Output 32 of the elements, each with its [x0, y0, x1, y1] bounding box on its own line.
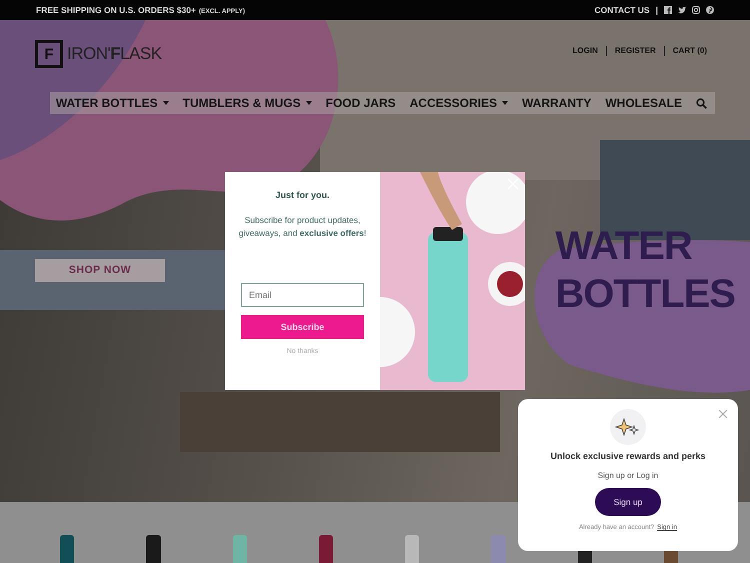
subscribe-button[interactable]: Subscribe [241, 315, 364, 339]
popup-text: Subscribe for product updates, giveaways, and exclusive offers! [238, 214, 368, 240]
nav-item[interactable]: WATER BOTTLES [56, 96, 169, 110]
email-field[interactable]: Email [241, 283, 364, 307]
contact-link[interactable]: CONTACT US [594, 5, 650, 15]
nav-item[interactable]: FOOD JARS [326, 96, 396, 110]
pin-circle-icon[interactable] [706, 6, 714, 14]
search-icon[interactable] [696, 98, 707, 108]
product-photo[interactable] [405, 535, 420, 563]
account-link[interactable]: LOGIN [564, 46, 606, 56]
nav-item[interactable]: WARRANTY [522, 96, 592, 110]
account-link[interactable]: CART (0) [664, 46, 715, 56]
product-photo[interactable] [60, 535, 74, 563]
nav-item[interactable]: TUMBLERS & MUGS [182, 96, 312, 110]
hero-headline: WATER BOTTLES [555, 223, 735, 318]
shop-now-button[interactable]: SHOP NOW [35, 258, 165, 282]
bird-icon[interactable] [678, 6, 686, 14]
nav-item[interactable]: WHOLESALE [605, 96, 682, 110]
sign-up-button[interactable]: Sign up [595, 488, 661, 516]
square-f-icon[interactable] [664, 6, 672, 14]
rewards-subtitle: Sign up or Log in [598, 471, 658, 480]
product-photo[interactable] [318, 535, 333, 563]
account-link[interactable]: REGISTER [606, 46, 664, 56]
separator: | [656, 5, 658, 15]
sparkle-icon [610, 409, 646, 445]
camera-icon[interactable] [692, 6, 700, 14]
logo-mark[interactable]: F [35, 40, 63, 68]
close-icon[interactable] [719, 410, 727, 418]
rewards-title: Unlock exclusive rewards and perks [550, 451, 706, 461]
logo-text[interactable]: IRON'FLASK [67, 44, 162, 64]
nav-item[interactable]: ACCESSORIES [410, 96, 508, 110]
popup-heading: Just for you. [275, 190, 330, 200]
